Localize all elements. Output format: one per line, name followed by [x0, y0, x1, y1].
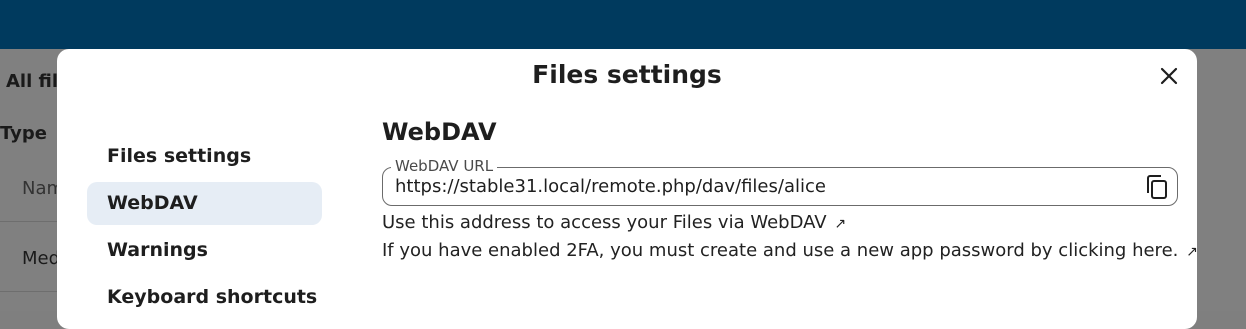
webdav-url-value[interactable]: https://stable31.local/remote.php/dav/fi…	[395, 176, 826, 197]
external-link-icon: ↗	[834, 216, 847, 232]
background-divider	[0, 221, 60, 222]
close-icon	[1160, 67, 1178, 85]
external-link-icon: ↗	[1186, 244, 1198, 260]
copy-url-button[interactable]	[1145, 174, 1169, 200]
background-title: All fil	[6, 71, 59, 92]
app-header	[0, 0, 1246, 49]
nav-item-warnings[interactable]: Warnings	[87, 229, 322, 272]
nav-item-webdav[interactable]: WebDAV	[87, 182, 322, 225]
settings-navigation: Files settings WebDAV Warnings Keyboard …	[87, 135, 322, 323]
webdav-url-label: WebDAV URL	[391, 157, 498, 175]
section-title: WebDAV	[382, 118, 497, 146]
nav-item-files-settings[interactable]: Files settings	[87, 135, 322, 178]
webdav-help-link[interactable]: Use this address to access your Files vi…	[382, 209, 1182, 237]
files-settings-dialog: Files settings Files settings WebDAV War…	[57, 49, 1198, 329]
copy-icon	[1147, 175, 1167, 199]
dialog-title: Files settings	[532, 60, 722, 89]
nav-item-keyboard-shortcuts[interactable]: Keyboard shortcuts	[87, 276, 322, 319]
app-password-link[interactable]: If you have enabled 2FA, you must create…	[382, 237, 1198, 265]
webdav-url-field[interactable]: WebDAV URL https://stable31.local/remote…	[382, 157, 1178, 206]
background-file-row: Med	[22, 248, 61, 269]
background-divider	[0, 291, 60, 292]
app-password-text: If you have enabled 2FA, you must create…	[382, 240, 1179, 261]
webdav-help-text: Use this address to access your Files vi…	[382, 212, 827, 233]
close-button[interactable]	[1155, 62, 1183, 90]
webdav-section: WebDAV WebDAV URL https://stable31.local…	[382, 115, 1198, 265]
background-type-filter: Type	[0, 123, 47, 144]
